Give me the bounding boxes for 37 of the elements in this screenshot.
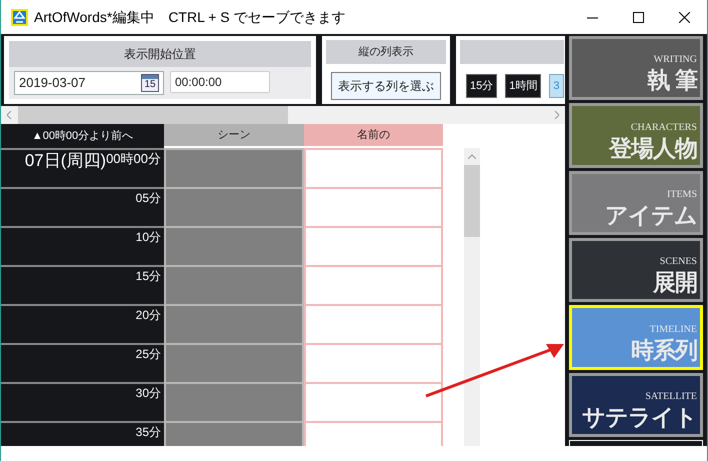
time-label: 15分	[136, 268, 161, 285]
time-label: 00時00分	[106, 150, 161, 168]
vertical-scrollbar[interactable]	[464, 148, 480, 446]
panel-header: 縦の列表示	[326, 40, 446, 64]
column-header[interactable]: ▲00時00分より前へ	[1, 124, 164, 148]
sidebar-menu-item[interactable]: CHARACTERS 登場人物	[569, 103, 703, 168]
app-logo-icon	[11, 8, 28, 26]
date-field[interactable]: 2019-03-07 15	[14, 71, 164, 95]
window-title: ArtOfWords*編集中 CTRL + S でセーブできます	[34, 8, 346, 26]
panel-header: 表示開始位置	[9, 41, 311, 67]
sidebar-menu-item[interactable]: SCENES 展開	[569, 238, 703, 302]
scroll-up-icon	[468, 154, 476, 159]
date-value: 2019-03-07	[19, 74, 86, 92]
time-label: 20分	[136, 307, 161, 324]
select-columns-button[interactable]: 表示する列を選ぶ	[331, 72, 441, 100]
date-label: 07日(周四)	[24, 150, 106, 172]
time-label: 25分	[136, 346, 161, 363]
horizontal-scrollbar[interactable]	[1, 106, 565, 124]
time-label: 05分	[136, 190, 161, 207]
sidebar-menu-item[interactable]	[569, 440, 703, 446]
maximize-icon	[632, 12, 644, 22]
scrollbar-thumb[interactable]	[18, 106, 288, 124]
interval-button[interactable]: 1時間	[505, 74, 542, 98]
time-field[interactable]: 00:00:00	[170, 71, 270, 93]
close-icon	[678, 12, 690, 22]
scroll-left-icon	[7, 111, 12, 119]
time-label: 10分	[136, 229, 161, 246]
sidebar-menu-item[interactable]: SATELLITE サテライト	[569, 372, 703, 438]
calendar-button[interactable]: 15	[141, 74, 159, 92]
scroll-right-icon	[554, 111, 559, 119]
column-header: シーン	[164, 124, 304, 148]
sidebar-menu-item[interactable]: WRITING 執 筆	[569, 36, 703, 100]
column-header: 名前の	[304, 124, 443, 148]
time-label: 35分	[136, 424, 161, 441]
time-label: 30分	[136, 385, 161, 402]
scrollbar-thumb[interactable]	[464, 165, 480, 237]
interval-button[interactable]: 15分	[466, 74, 498, 98]
